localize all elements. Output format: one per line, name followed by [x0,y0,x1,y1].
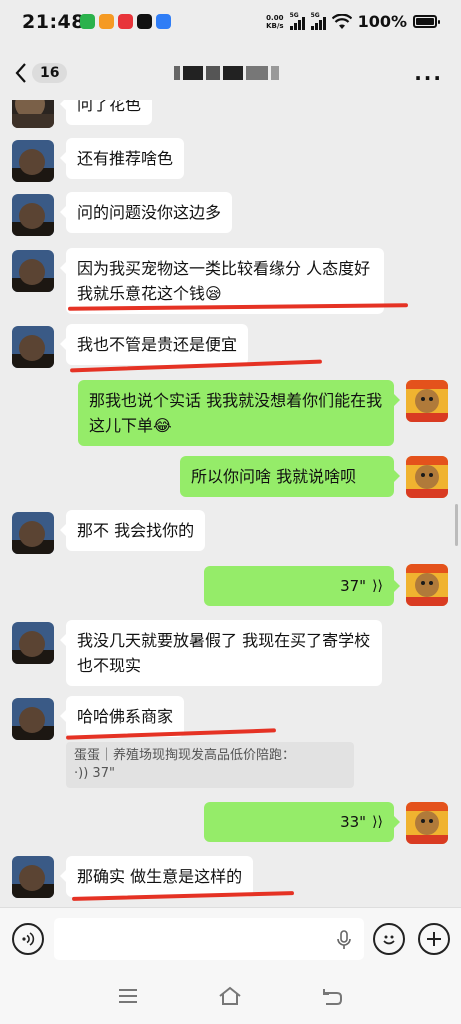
contact-avatar[interactable] [12,194,54,236]
contact-avatar[interactable] [12,140,54,182]
voice-duration: 33" [340,812,367,831]
plus-icon [427,932,441,946]
message-input[interactable] [54,918,364,960]
unread-count-badge: 16 [32,63,68,83]
self-avatar[interactable] [406,456,448,498]
contact-avatar[interactable] [12,512,54,554]
quoted-reply[interactable]: 蛋蛋｜养殖场现掏现发高品低价陪跑： ·)) 37" [66,742,354,788]
self-avatar[interactable] [406,564,448,606]
menu-icon[interactable] [116,985,140,1007]
status-time: 21:48 [22,11,85,33]
status-bar: 21:48 0.00 KB/s 5G 5G 100% [0,0,461,48]
mic-icon[interactable] [335,930,353,950]
app-notification-icon [80,14,95,29]
signal-tag: 5G [310,11,320,19]
signal-icon: 5G [289,11,305,30]
outgoing-message[interactable]: 那我也说个实话 我我就没想着你们能在我这儿下单😂 [78,380,400,446]
incoming-message[interactable]: 我也不管是贵还是便宜 [59,324,249,365]
signal-icon: 5G [310,11,326,30]
plus-button[interactable] [418,923,450,955]
message-list[interactable]: 问了花色 还有推荐啥色 问的问题没你这边多 因为我买宠物这一类比较看缘分 人态度… [0,100,461,907]
net-speed-value: 0.00 [266,13,284,22]
emoji-icon [383,935,395,945]
voice-wave-icon: ⟩⟩ [372,577,383,594]
status-app-icons [80,14,171,29]
quote-source: 蛋蛋｜养殖场现掏现发高品低价陪跑： [74,748,296,763]
outgoing-message[interactable]: 所以你问啥 我就说啥呗 [180,456,400,497]
system-navigation-bar [0,969,461,1024]
app-notification-icon [156,14,171,29]
status-indicators: 0.00 KB/s 5G 5G 100% [266,11,440,31]
wifi-icon [331,13,352,29]
back-icon[interactable] [320,985,344,1007]
contact-avatar[interactable] [12,622,54,664]
input-bar [0,907,461,969]
back-chevron-icon [15,63,26,83]
contact-avatar[interactable] [12,326,54,368]
net-speed-unit: KB/s [266,21,284,30]
voice-wave-icon: ⟩⟩ [372,813,383,830]
incoming-message[interactable]: 那确实 做生意是这样的 [59,856,254,897]
emoji-button[interactable] [373,923,405,955]
signal-tag: 5G [289,11,299,19]
contact-avatar[interactable] [12,100,54,128]
more-options-button[interactable]: ··· [414,66,443,90]
home-icon[interactable] [218,985,242,1007]
voice-wave-icon: ·)) [74,766,89,781]
self-avatar[interactable] [406,380,448,422]
chat-header: 16 ··· [0,48,461,100]
app-notification-icon [99,14,114,29]
voice-mode-icon [22,932,35,946]
voice-duration: 37" [340,576,367,595]
contact-avatar[interactable] [12,250,54,292]
voice-mode-button[interactable] [12,923,44,955]
battery-percent: 100% [357,12,407,31]
app-notification-icon [137,14,152,29]
incoming-message[interactable]: 问了花色 [59,100,153,125]
app-notification-icon [118,14,133,29]
scrollbar[interactable] [455,504,458,546]
contact-avatar[interactable] [12,856,54,898]
outgoing-voice-message[interactable]: 37" ⟩⟩ [204,566,400,606]
self-avatar[interactable] [406,802,448,844]
net-speed: 0.00 KB/s [266,14,283,30]
back-button[interactable]: 16 [14,62,68,84]
battery-icon [413,15,440,28]
incoming-message[interactable]: 哈哈佛系商家 [59,696,185,737]
contact-avatar[interactable] [12,698,54,740]
incoming-message[interactable]: 还有推荐啥色 [59,138,185,179]
incoming-message[interactable]: 那不 我会找你的 [59,510,206,551]
quote-voice-duration: 37" [92,766,115,781]
incoming-message[interactable]: 我没几天就要放暑假了 我现在买了寄学校也不现实 [60,620,382,686]
chat-title-redacted [174,66,279,80]
outgoing-voice-message[interactable]: 33" ⟩⟩ [204,802,400,842]
incoming-message[interactable]: 问的问题没你这边多 [59,192,233,233]
quote-voice: ·)) 37" [74,765,346,783]
